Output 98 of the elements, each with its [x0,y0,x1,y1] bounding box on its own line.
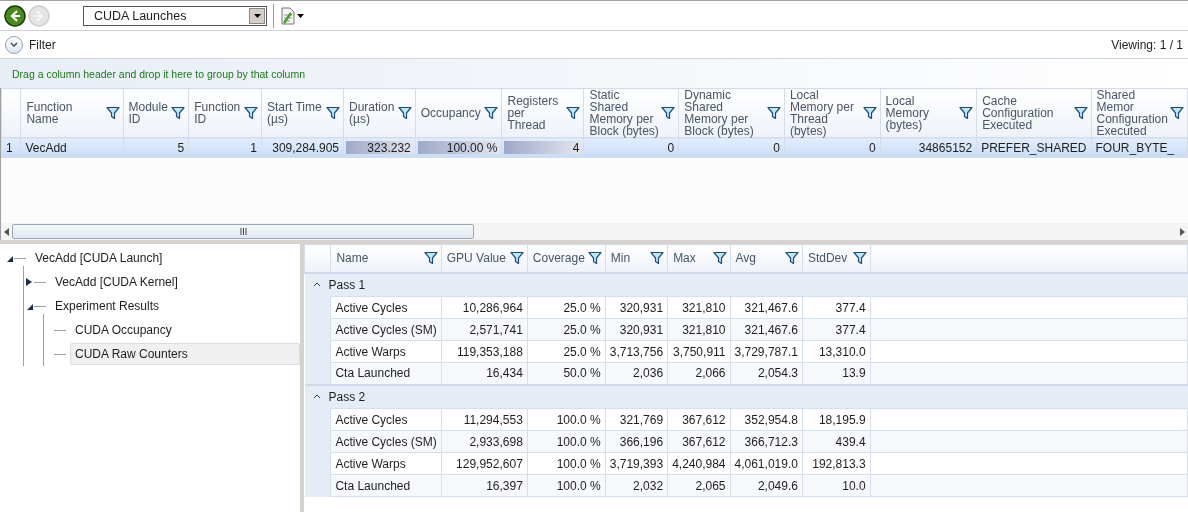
filter-icon[interactable] [852,251,867,266]
column-header[interactable]: Dynamic Shared Memory per Block (bytes) [678,88,785,138]
table-cell: 13,310.0 [802,340,871,363]
table-cell: 25.0 % [527,296,606,319]
tree-item[interactable]: Experiment Results [50,295,165,317]
table-cell: Cta Launched [330,474,442,497]
column-header[interactable]: Start Time (µs) [261,88,344,138]
column-header[interactable]: GPU Value [441,244,528,273]
filter-icon[interactable] [566,106,581,120]
filter-icon[interactable] [1073,106,1088,120]
group-by-hint: Drag a column header and drop it here to group by that column [0,58,1188,88]
table-cell: Active Warps [330,452,442,475]
filter-icon[interactable] [423,251,438,266]
expand-icon[interactable] [24,277,34,287]
filter-icon[interactable] [397,106,412,120]
caret-icon [297,13,304,18]
table-cell: 377.4 [802,296,871,319]
table-cell: 3,713,756 [605,340,668,363]
table-cell: 320,931 [605,296,668,319]
column-header[interactable]: StdDev [802,244,871,273]
column-header[interactable]: Name [330,244,442,273]
table-cell: Active Cycles [330,408,442,431]
table-cell: 321,769 [605,408,668,431]
filter-icon[interactable] [509,251,524,266]
column-header[interactable]: Local Memory (bytes) [880,88,977,138]
view-dropdown[interactable]: CUDA Launches [83,5,267,26]
column-header[interactable]: Module ID [123,88,189,138]
filter-icon[interactable] [650,251,665,266]
filter-icon[interactable] [171,106,186,120]
filter-icon[interactable] [712,251,727,266]
group-label: Pass 1 [328,277,366,292]
column-header[interactable]: Local Memory per Thread (bytes) [784,88,881,138]
column-header[interactable]: Function Name [20,88,123,138]
report-menu-button[interactable] [280,6,304,25]
table-cell: 129,952,607 [441,452,528,475]
table-cell: 11,294,553 [441,408,528,431]
table-cell: 192,813.3 [802,452,871,475]
table-cell: Active Cycles (SM) [330,430,442,453]
filter-icon[interactable] [105,106,120,120]
column-header[interactable]: Cache Configuration Executed [976,88,1091,138]
table-cell: 119,353,188 [441,340,528,363]
filter-icon[interactable] [484,106,499,120]
filter-icon[interactable] [326,106,340,120]
filter-icon[interactable] [244,106,258,120]
scroll-left-icon[interactable] [4,227,10,236]
table-cell: 4,240,984 [667,452,730,475]
scrollbar-thumb[interactable] [12,224,474,239]
column-header[interactable]: Duration (µs) [343,88,416,138]
table-cell: Active Cycles (SM) [330,318,442,341]
tree-item[interactable]: CUDA Raw Counters [70,343,300,365]
table-cell: 3,750,911 [667,340,730,363]
table-cell: 352,954.8 [730,408,803,431]
filter-label: Filter [29,37,57,52]
table-cell: 3,719,393 [605,452,668,475]
filter-icon[interactable] [784,251,799,266]
chevron-down-icon [10,42,18,47]
filter-icon[interactable] [587,251,602,266]
table-row[interactable]: 1 VecAdd 5 1 309,284.905 323.232 100.00 % 4 0 0 0 34865152 PREFER_SHARED FOUR_BYTE_ [1,137,1188,158]
column-header[interactable]: Min [605,244,668,273]
table-cell: 18,195.9 [802,408,871,431]
table-cell: Cta Launched [330,362,442,385]
back-button[interactable] [4,4,26,27]
table-cell: Active Warps [330,340,442,363]
column-header[interactable]: Registers per Thread [501,88,584,138]
table-cell: 367,612 [667,408,730,431]
tree-item[interactable]: VecAdd [CUDA Kernel] [50,271,183,293]
collapse-icon[interactable] [312,394,321,400]
column-header[interactable]: Shared Memor Configuration Executed [1091,88,1188,138]
table-cell: 25.0 % [527,340,606,363]
filter-icon[interactable] [766,106,781,120]
expand-filter-button[interactable] [5,35,23,54]
group-label: Pass 2 [328,389,366,404]
column-header[interactable]: Max [667,244,730,273]
tree-item[interactable]: CUDA Occupancy [70,319,177,341]
column-header[interactable]: Static Shared Memory per Block (bytes) [583,88,679,138]
table-cell: 100.0 % [527,408,606,431]
table-cell: 3,729,787.1 [730,340,803,363]
table-cell: 4,061,019.0 [730,452,803,475]
filter-icon[interactable] [661,106,676,120]
column-header[interactable]: Occupancy [415,88,502,138]
dropdown-button[interactable] [249,7,265,24]
tree-item[interactable]: VecAdd [CUDA Launch] [30,247,168,269]
caret-icon [253,13,261,18]
table-cell: 321,810 [667,296,730,319]
filter-icon[interactable] [862,106,877,120]
table-cell: 100.0 % [527,452,606,475]
collapse-icon[interactable] [312,282,321,288]
table-cell: 10,286,964 [441,296,528,319]
filter-icon[interactable] [959,106,974,120]
table-cell: 321,467.6 [730,296,803,319]
filter-icon[interactable] [1170,106,1184,120]
table-cell: Active Cycles [330,296,442,319]
viewing-count: Viewing: 1 / 1 [1111,37,1183,52]
column-header[interactable]: Avg [730,244,803,273]
column-header[interactable]: Function ID [188,88,262,138]
column-header[interactable]: Coverage [527,244,606,273]
scroll-right-icon[interactable] [1179,227,1185,236]
row-number: 1 [1,137,21,158]
